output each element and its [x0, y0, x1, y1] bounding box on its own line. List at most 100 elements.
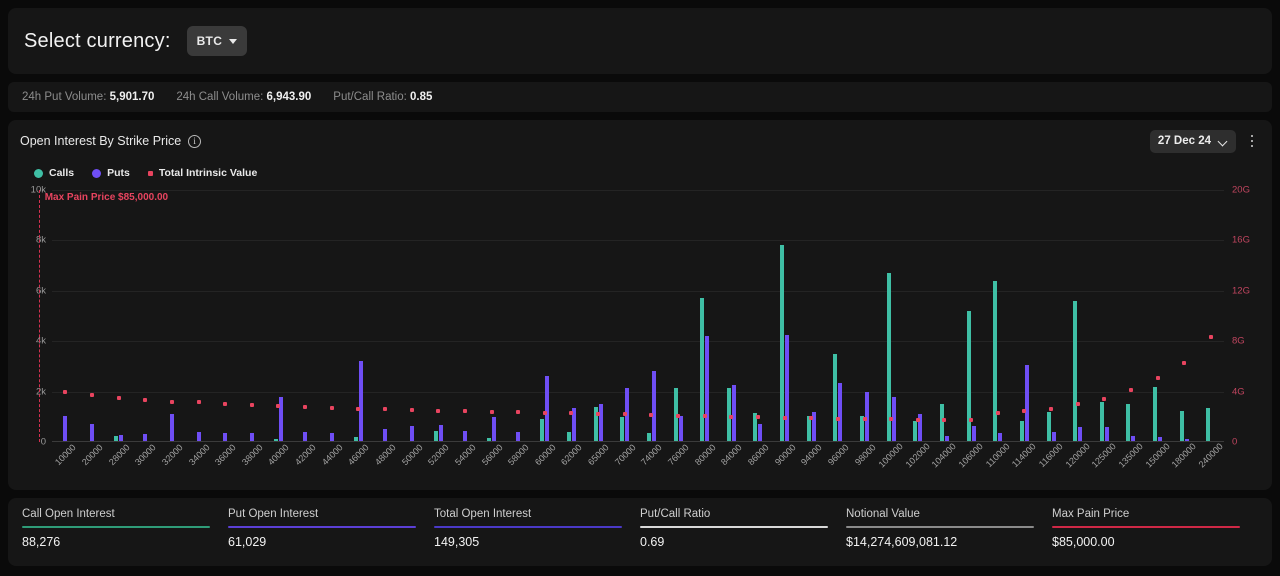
- stat-label: Call Open Interest: [22, 508, 115, 520]
- bar-group[interactable]: [1118, 190, 1145, 442]
- bar-group[interactable]: [1198, 190, 1225, 442]
- bar-group[interactable]: [1038, 190, 1065, 442]
- x-tick: 90000: [771, 442, 798, 492]
- plot-area: 0 2k 4k 6k 8k 10k 0 4G 8G 12G 16G 20G Max Pain Pri…: [20, 185, 1260, 470]
- x-tick-label: 86000: [745, 442, 771, 468]
- intrinsic-value-dot: [889, 417, 894, 422]
- bar-group[interactable]: [825, 190, 852, 442]
- bar-group[interactable]: [611, 190, 638, 442]
- x-tick-label: 44000: [319, 442, 345, 468]
- bar-group[interactable]: [984, 190, 1011, 442]
- x-tick: 120000: [1063, 441, 1091, 492]
- bar-group[interactable]: [318, 190, 345, 442]
- x-tick: 70000: [611, 442, 638, 492]
- select-currency-label: Select currency:: [24, 29, 171, 52]
- bar-group[interactable]: [958, 190, 985, 442]
- bar-group[interactable]: [452, 190, 479, 442]
- bar-group[interactable]: [718, 190, 745, 442]
- legend-item-calls[interactable]: Calls: [34, 167, 74, 179]
- expiry-date-select[interactable]: 27 Dec 24: [1149, 129, 1236, 153]
- legend-item-puts[interactable]: Puts: [92, 167, 130, 179]
- stat-label: Notional Value: [846, 508, 920, 520]
- bar-group[interactable]: [345, 190, 372, 442]
- bar-group[interactable]: [691, 190, 718, 442]
- bar-group[interactable]: [372, 190, 399, 442]
- intrinsic-value-dot: [969, 418, 974, 423]
- bar-group[interactable]: [798, 190, 825, 442]
- x-tick: 52000: [425, 442, 452, 492]
- y-tick-left-6k: 6k: [35, 285, 46, 297]
- summary-stats-card: Call Open Interest 88,276 Put Open Interes…: [8, 498, 1272, 566]
- bar-group[interactable]: [185, 190, 212, 442]
- intrinsic-value-dot: [915, 417, 920, 422]
- bar-group[interactable]: [585, 190, 612, 442]
- bar-group[interactable]: [745, 190, 772, 442]
- bar-group[interactable]: [212, 190, 239, 442]
- bar-group[interactable]: [105, 190, 132, 442]
- bar-group[interactable]: [79, 190, 106, 442]
- bar-group[interactable]: [878, 190, 905, 442]
- bar-group[interactable]: [425, 190, 452, 442]
- chart-legend: Calls Puts Total Intrinsic Value: [20, 166, 1260, 180]
- bar-group[interactable]: [905, 190, 932, 442]
- currency-select[interactable]: BTC: [186, 26, 248, 56]
- x-tick-label: 84000: [719, 442, 745, 468]
- bar-group[interactable]: [238, 190, 265, 442]
- intrinsic-value-dot: [1208, 334, 1213, 339]
- intrinsic-value-dot: [383, 407, 387, 412]
- bar-group[interactable]: [665, 190, 692, 442]
- intrinsic-value-dot: [249, 402, 254, 407]
- x-tick: 110000: [984, 441, 1012, 492]
- x-tick: 48000: [372, 442, 399, 492]
- legend-item-total-intrinsic-value[interactable]: Total Intrinsic Value: [147, 167, 257, 179]
- put-call-ratio-value: 0.85: [410, 91, 433, 103]
- x-tick: 106000: [957, 441, 985, 492]
- x-tick: 32000: [159, 442, 186, 492]
- y-tick-right-4G: 4G: [1232, 386, 1245, 398]
- x-tick: 40000: [265, 442, 292, 492]
- x-tick: 125000: [1090, 441, 1118, 492]
- bar-group[interactable]: [159, 190, 186, 442]
- bar-group[interactable]: [1171, 190, 1198, 442]
- bar-group[interactable]: [505, 190, 532, 442]
- intrinsic-value-dot: [462, 409, 467, 414]
- kebab-menu-icon[interactable]: [1244, 131, 1260, 151]
- intrinsic-value-dot: [1102, 397, 1107, 402]
- bar-group[interactable]: [1011, 190, 1038, 442]
- put-bar: [409, 425, 414, 442]
- stat-value: 61,029: [228, 535, 267, 549]
- bar-group[interactable]: [1144, 190, 1171, 442]
- intrinsic-value-dot: [995, 411, 1000, 416]
- y-tick-right-0: 0: [1232, 436, 1238, 448]
- legend-label-0: Calls: [49, 167, 75, 179]
- call-bar: [966, 310, 971, 442]
- bar-group[interactable]: [558, 190, 585, 442]
- x-tick-label: 102000: [903, 441, 932, 470]
- x-tick-label: 60000: [532, 442, 558, 468]
- bar-group[interactable]: [478, 190, 505, 442]
- bar-group[interactable]: [851, 190, 878, 442]
- bar-group[interactable]: [1091, 190, 1118, 442]
- stat-label: Put Open Interest: [228, 508, 319, 520]
- x-tick: 56000: [478, 442, 505, 492]
- bar-group[interactable]: [265, 190, 292, 442]
- intrinsic-value-dot: [755, 415, 760, 420]
- bar-group[interactable]: [398, 190, 425, 442]
- bar-group[interactable]: [771, 190, 798, 442]
- info-icon[interactable]: i: [188, 134, 202, 148]
- bar-group[interactable]: [931, 190, 958, 442]
- bar-group[interactable]: [1064, 190, 1091, 442]
- x-tick-label: 240000: [1196, 441, 1225, 470]
- bar-group[interactable]: [52, 190, 79, 442]
- bar-group[interactable]: [532, 190, 559, 442]
- call-bar: [1046, 412, 1051, 442]
- put-volume-label: 24h Put Volume:: [22, 91, 107, 103]
- bar-group[interactable]: [292, 190, 319, 442]
- put-bar: [63, 415, 68, 442]
- stat-total-open-interest: Total Open Interest 149,305: [434, 508, 640, 558]
- bar-group[interactable]: [638, 190, 665, 442]
- chevron-down-icon: [1219, 137, 1228, 146]
- intrinsic-value-dot: [276, 404, 281, 409]
- x-tick-label: 36000: [213, 442, 238, 468]
- bar-group[interactable]: [132, 190, 159, 442]
